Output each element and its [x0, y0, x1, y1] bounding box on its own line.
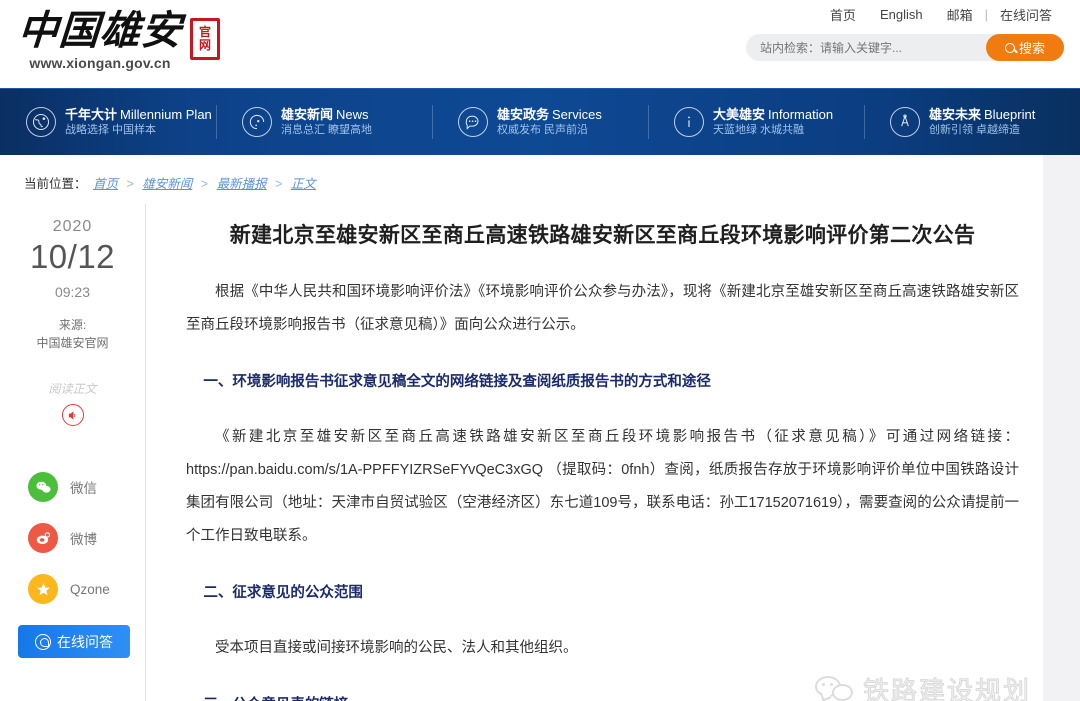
publish-date: 10/12 — [29, 238, 116, 275]
article-heading-1: 一、环境影响报告书征求意见稿全文的网络链接及查阅纸质报告书的方式和途径 — [203, 374, 711, 390]
weibo-icon — [28, 523, 58, 553]
top-link-mail[interactable]: 邮箱 — [935, 5, 985, 24]
top-link-english[interactable]: English — [868, 7, 935, 22]
logo-chinese-name: 中国雄安 — [16, 8, 184, 53]
nav-text-block: 千年大计 Millennium Plan 战略选择 中国样本 — [65, 106, 212, 138]
breadcrumb-item-latest[interactable]: 最新播报 — [217, 177, 267, 191]
online-qa-button[interactable]: 在线问答 — [18, 625, 130, 658]
share-qzone[interactable]: Qzone — [0, 574, 145, 604]
nav-title-cn: 千年大计 — [65, 106, 118, 122]
article-source: 来源: 中国雄安官网 — [0, 316, 145, 352]
nav-subtitle: 权威发布 民声前沿 — [497, 124, 589, 137]
breadcrumb: 当前位置： 首页 > 雄安新闻 > 最新播报 > 正文 — [0, 155, 1043, 204]
source-value: 中国雄安官网 — [36, 336, 109, 350]
nav-title-row: 大美雄安 Information — [713, 106, 833, 124]
publish-time: 09:23 — [54, 284, 91, 300]
nav-subtitle: 创新引领 卓越缔造 — [929, 124, 1021, 137]
info-icon — [674, 107, 704, 137]
compass-icon — [890, 107, 920, 137]
nav-text-block: 雄安新闻 News 消息总汇 瞭望高地 — [281, 106, 372, 138]
publish-year: 2020 — [52, 218, 93, 235]
nav-title-cn: 雄安新闻 — [281, 106, 334, 122]
article-heading-2: 二、征求意见的公众范围 — [203, 585, 363, 601]
nav-subtitle: 天蓝地绿 水城共融 — [713, 124, 805, 137]
site-logo[interactable]: 中国雄安 www.xiongan.gov.cn 官 网 — [16, 8, 220, 71]
nav-item-news[interactable]: 雄安新闻 News 消息总汇 瞭望高地 — [216, 89, 432, 156]
logo-text-block: 中国雄安 www.xiongan.gov.cn — [16, 8, 184, 71]
online-qa-button-label: 在线问答 — [57, 633, 113, 650]
article-body: 新建北京至雄安新区至商丘高速铁路雄安新区至商丘段环境影响评价第二次公告 根据《中… — [146, 204, 1043, 701]
speaker-icon[interactable] — [61, 404, 84, 426]
article-heading-3: 三、公众意见表的链接 — [186, 689, 1019, 701]
article-paragraph-3: 受本项目直接或间接环境影响的公民、法人和其他组织。 — [215, 640, 578, 656]
top-link-online-qa[interactable]: 在线问答 — [988, 5, 1064, 24]
nav-title-en: Services — [552, 106, 602, 122]
content-area: 2020 10/12 09:23 来源: 中国雄安官网 阅读正文 微信 微博 Q… — [0, 204, 1043, 701]
seal-char-bottom: 网 — [198, 38, 211, 52]
search-input[interactable] — [746, 40, 986, 55]
breadcrumb-arrow: > — [200, 177, 209, 191]
article-paragraph-2: 《新建北京至雄安新区至商丘高速铁路雄安新区至商丘段环境影响报告书（征求意见稿）》… — [186, 429, 1019, 544]
site-search[interactable]: 搜索 — [746, 34, 1064, 61]
nav-text-block: 雄安未来 Blueprint 创新引领 卓越缔造 — [929, 106, 1035, 138]
breadcrumb-label: 当前位置： — [24, 177, 87, 191]
nav-title-en: Information — [768, 106, 834, 122]
nav-title-row: 雄安未来 Blueprint — [929, 106, 1035, 124]
nav-item-blueprint[interactable]: 雄安未来 Blueprint 创新引领 卓越缔造 — [864, 89, 1080, 156]
breadcrumb-item-news[interactable]: 雄安新闻 — [142, 177, 192, 191]
breadcrumb-arrow: > — [275, 177, 283, 191]
qzone-icon — [28, 574, 58, 604]
chat-bubble-icon — [35, 633, 51, 650]
nav-text-block: 雄安政务 Services 权威发布 民声前沿 — [497, 106, 602, 138]
site-header: 中国雄安 www.xiongan.gov.cn 官 网 首页 English 邮… — [0, 0, 1080, 88]
nav-item-millennium-plan[interactable]: 千年大计 Millennium Plan 战略选择 中国样本 — [0, 89, 216, 156]
wechat-icon — [28, 472, 58, 502]
chat-icon — [458, 107, 488, 137]
page-container: 当前位置： 首页 > 雄安新闻 > 最新播报 > 正文 2020 10/12 0… — [0, 155, 1043, 701]
top-utility-links: 首页 English 邮箱 | 在线问答 — [818, 5, 1064, 24]
nav-title-row: 雄安政务 Services — [497, 106, 602, 124]
breadcrumb-item-article[interactable]: 正文 — [291, 177, 316, 191]
nav-title-cn: 雄安政务 — [497, 106, 550, 122]
nav-item-information[interactable]: 大美雄安 Information 天蓝地绿 水城共融 — [648, 89, 864, 156]
nav-item-services[interactable]: 雄安政务 Services 权威发布 民声前沿 — [432, 89, 648, 156]
share-wechat-label: 微信 — [70, 481, 97, 496]
breadcrumb-arrow: > — [126, 177, 134, 191]
share-weibo-label: 微博 — [70, 532, 97, 547]
nav-title-cn: 大美雄安 — [713, 106, 766, 122]
article-paragraph-1: 根据《中华人民共和国环境影响评价法》《环境影响评价公众参与办法》，现将《新建北京… — [186, 284, 1019, 333]
nav-subtitle: 战略选择 中国样本 — [65, 124, 157, 137]
share-list: 微信 微博 Qzone — [0, 472, 145, 604]
main-navigation: 千年大计 Millennium Plan 战略选择 中国样本 雄安新闻 News 消… — [0, 88, 1080, 155]
share-weibo[interactable]: 微博 — [0, 523, 145, 553]
logo-website-url: www.xiongan.gov.cn — [29, 55, 171, 71]
search-icon — [1004, 42, 1015, 53]
globe-icon — [26, 107, 56, 137]
nav-title-en: News — [336, 106, 369, 122]
read-aloud-label: 阅读正文 — [48, 382, 97, 396]
search-button-label: 搜索 — [1018, 41, 1045, 56]
nav-title-row: 千年大计 Millennium Plan — [65, 106, 212, 124]
nav-title-en: Blueprint — [984, 106, 1036, 122]
article-meta-sidebar: 2020 10/12 09:23 来源: 中国雄安官网 阅读正文 微信 微博 Q… — [0, 204, 146, 701]
official-seal-icon: 官 网 — [190, 18, 220, 60]
nav-title-row: 雄安新闻 News — [281, 106, 372, 124]
top-link-home[interactable]: 首页 — [818, 5, 868, 24]
page-title: 新建北京至雄安新区至商丘高速铁路雄安新区至商丘段环境影响评价第二次公告 — [229, 224, 976, 247]
nav-title-en: Millennium Plan — [120, 106, 212, 122]
share-wechat[interactable]: 微信 — [0, 472, 145, 502]
search-button[interactable]: 搜索 — [986, 34, 1064, 61]
nav-title-cn: 雄安未来 — [929, 106, 982, 122]
share-qzone-label: Qzone — [70, 581, 110, 597]
radar-icon — [242, 107, 272, 137]
breadcrumb-item-home[interactable]: 首页 — [93, 177, 118, 191]
source-label: 来源: — [58, 318, 87, 332]
nav-text-block: 大美雄安 Information 天蓝地绿 水城共融 — [713, 106, 833, 138]
nav-subtitle: 消息总汇 瞭望高地 — [281, 124, 373, 137]
